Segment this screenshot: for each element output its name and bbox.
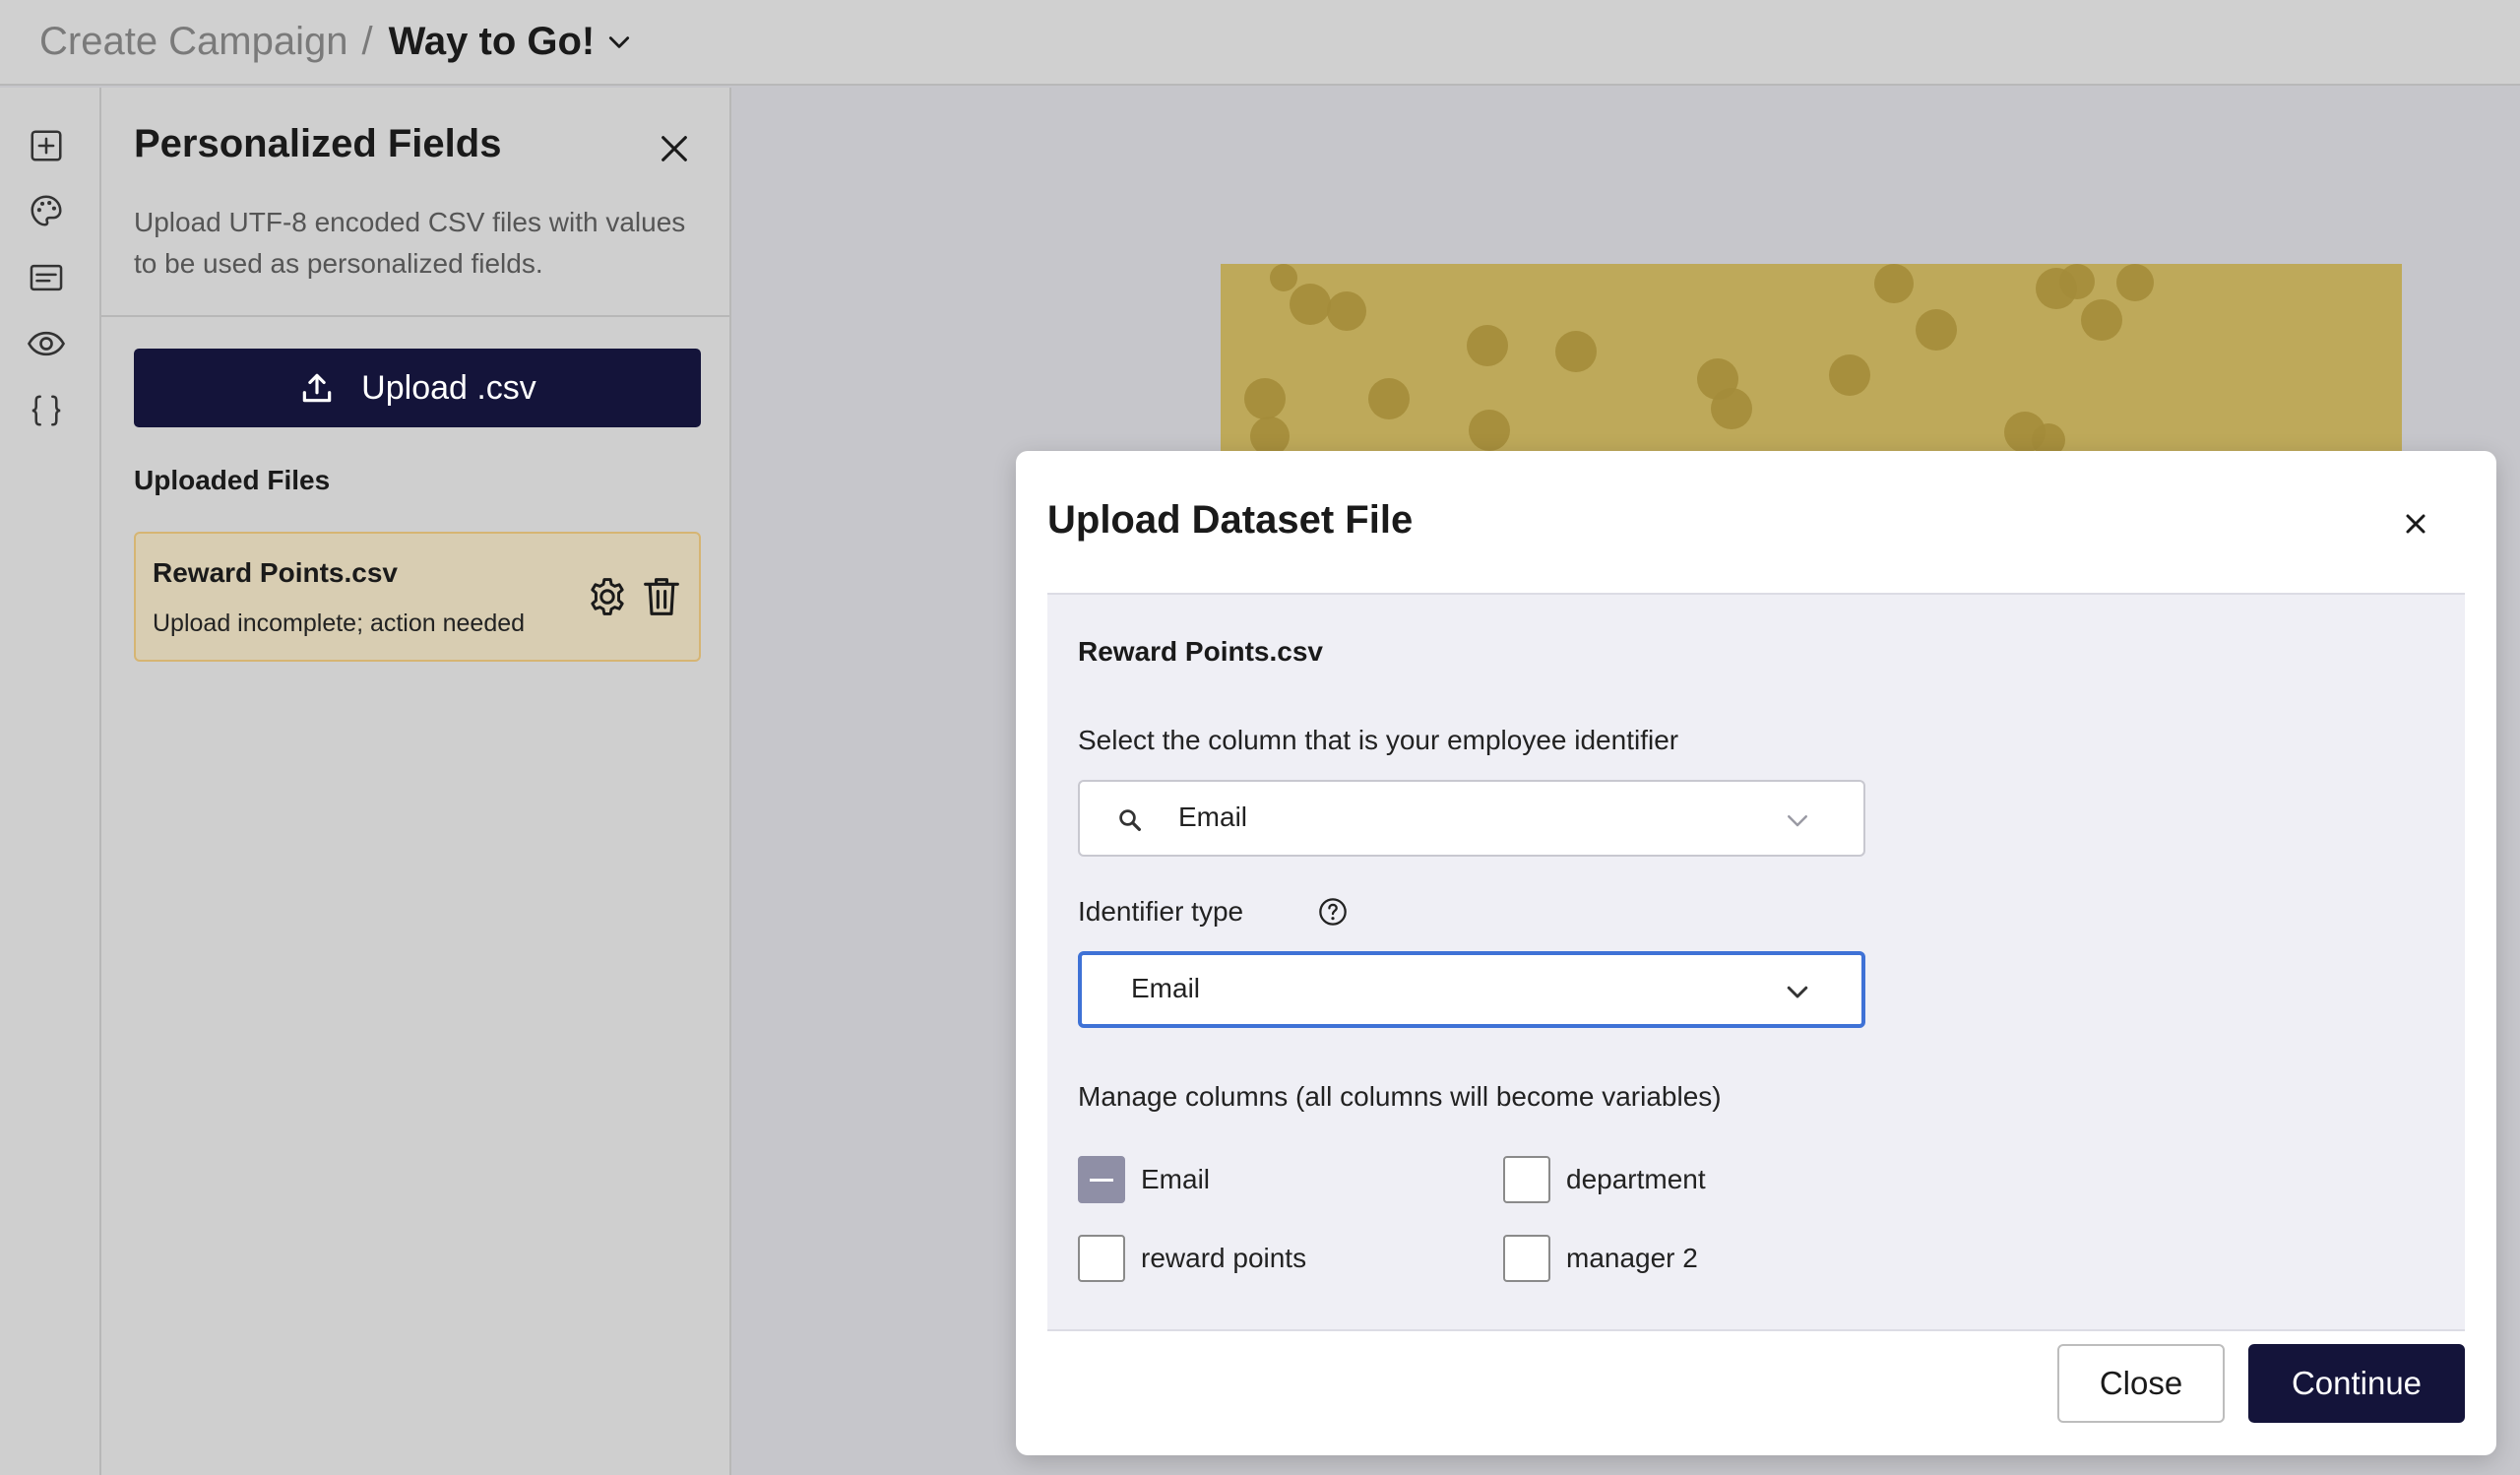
- column-checkbox-email[interactable]: Email: [1078, 1156, 1210, 1203]
- column-label: manager 2: [1566, 1243, 1698, 1273]
- column-checkbox-manager-2[interactable]: manager 2: [1503, 1235, 1698, 1282]
- search-icon: [1115, 805, 1145, 835]
- chevron-down-icon[interactable]: [606, 30, 632, 55]
- email-preview-image: [1221, 264, 2402, 453]
- upload-csv-button[interactable]: Upload .csv: [134, 349, 701, 427]
- dataset-file-name: Reward Points.csv: [1078, 636, 1323, 667]
- identifier-type-value: Email: [1131, 973, 1201, 1003]
- panel-description: Upload UTF-8 encoded CSV files with valu…: [134, 207, 686, 279]
- add-block-icon[interactable]: [26, 125, 67, 166]
- upload-dataset-modal: Upload Dataset File Reward Points.csv Se…: [1016, 451, 2496, 1455]
- identifier-column-select[interactable]: Email: [1078, 780, 1865, 857]
- uploaded-file-card[interactable]: Reward Points.csv Upload incomplete; act…: [134, 532, 701, 662]
- identifier-type-label-row: Identifier type: [1078, 896, 1347, 928]
- close-icon[interactable]: [653, 127, 696, 170]
- upload-csv-label: Upload .csv: [361, 368, 536, 407]
- personalized-fields-panel: Personalized Fields Upload UTF-8 encoded…: [101, 88, 731, 1475]
- code-braces-icon[interactable]: [26, 390, 67, 431]
- help-circle-icon[interactable]: [1317, 896, 1349, 928]
- identifier-type-label: Identifier type: [1078, 896, 1244, 927]
- tool-rail: [0, 88, 101, 1475]
- column-label: Email: [1141, 1164, 1211, 1194]
- column-checkbox-department[interactable]: department: [1503, 1156, 1706, 1203]
- close-icon[interactable]: [2394, 502, 2437, 545]
- chevron-down-icon: [1783, 805, 1812, 835]
- close-button[interactable]: Close: [2057, 1344, 2225, 1423]
- column-label: reward points: [1141, 1243, 1307, 1273]
- manage-columns-label: Manage columns (all columns will become …: [1078, 1081, 1722, 1112]
- column-label: department: [1566, 1164, 1706, 1194]
- modal-body: Reward Points.csv Select the column that…: [1047, 593, 2465, 1331]
- breadcrumb-separator: /: [361, 20, 373, 63]
- file-name: Reward Points.csv: [153, 557, 398, 588]
- gear-icon[interactable]: [586, 575, 629, 618]
- panel-divider: [101, 315, 731, 317]
- checkbox[interactable]: [1078, 1235, 1125, 1282]
- trash-icon[interactable]: [642, 575, 681, 618]
- column-checkbox-reward-points[interactable]: reward points: [1078, 1235, 1306, 1282]
- palette-icon[interactable]: [26, 190, 67, 231]
- identifier-type-select[interactable]: Email: [1078, 951, 1865, 1028]
- preview-eye-icon[interactable]: [26, 323, 67, 364]
- checkbox-indeterminate[interactable]: [1078, 1156, 1125, 1203]
- identifier-column-label: Select the column that is your employee …: [1078, 725, 1679, 755]
- file-status: Upload incomplete; action needed: [153, 609, 526, 637]
- identifier-column-value: Email: [1178, 802, 1248, 832]
- campaign-name[interactable]: Way to Go!: [389, 20, 596, 64]
- panel-title: Personalized Fields: [134, 122, 502, 165]
- checkbox[interactable]: [1503, 1235, 1550, 1282]
- checkbox[interactable]: [1503, 1156, 1550, 1203]
- text-block-icon[interactable]: [26, 257, 67, 298]
- continue-button[interactable]: Continue: [2248, 1344, 2465, 1423]
- top-bar: Create Campaign / Way to Go!: [0, 0, 2520, 86]
- chevron-down-icon: [1783, 977, 1812, 1006]
- breadcrumb-root[interactable]: Create Campaign: [39, 20, 348, 64]
- modal-title: Upload Dataset File: [1047, 498, 1414, 542]
- upload-icon: [298, 369, 336, 407]
- uploaded-files-heading: Uploaded Files: [134, 465, 331, 495]
